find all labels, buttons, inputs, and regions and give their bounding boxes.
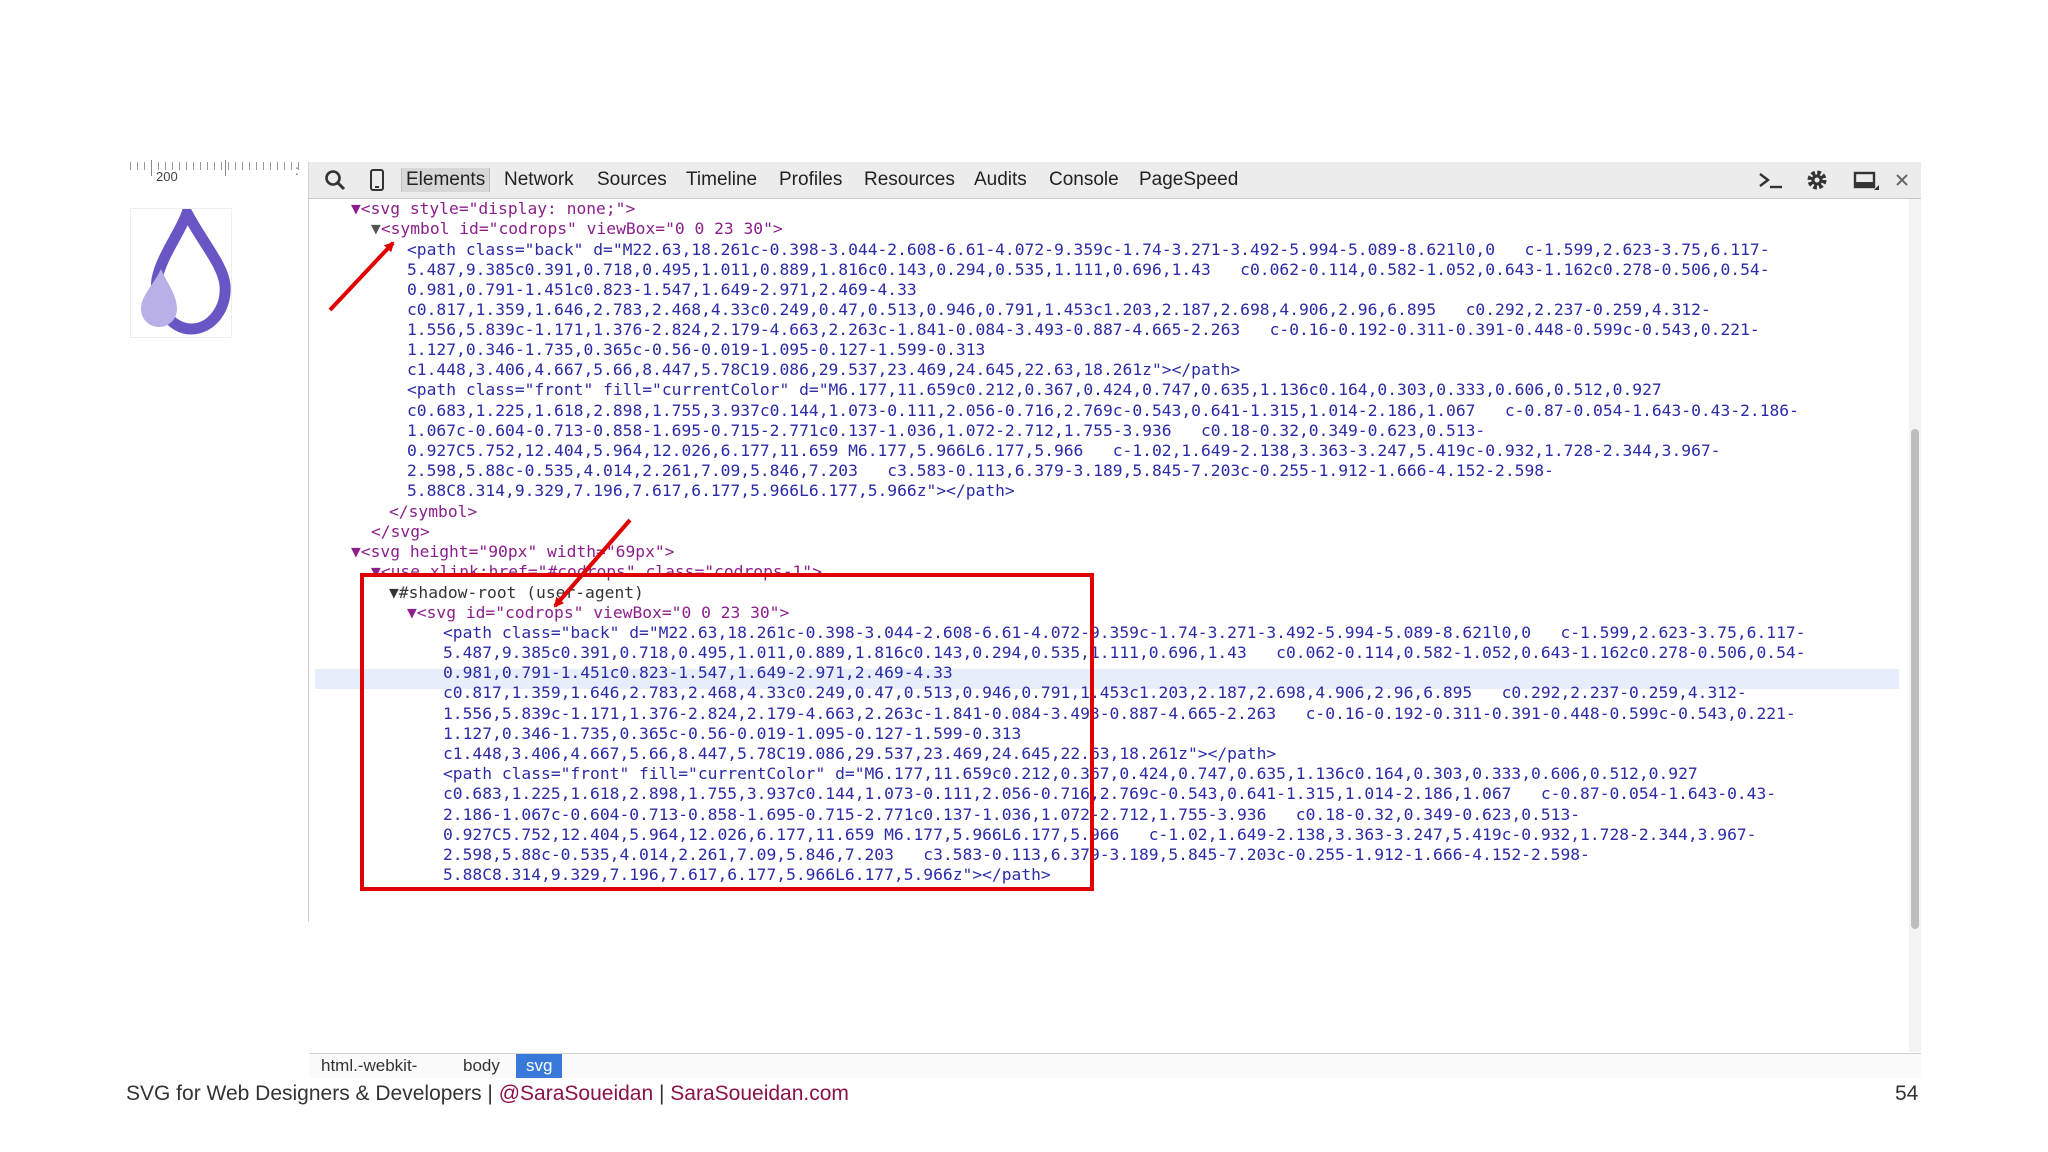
tree-node-svg-sized[interactable]: ▼<svg height="90px" width="69px"> [351,542,674,562]
code-line: 0.927C5.752,12.404,5.964,12.026,6.177,11… [407,441,1721,460]
tab-pagespeed[interactable]: PageSpeed [1139,168,1238,192]
footer-site-link[interactable]: SaraSoueidan.com [670,1082,849,1105]
search-icon[interactable] [323,168,347,192]
footer-title: SVG for Web Designers & Developers | [126,1082,499,1105]
breadcrumb: html.-webkit- body svg [309,1053,1921,1078]
code-line: 5.487,9.385c0.391,0.718,0.495,1.011,0.88… [407,260,1770,279]
code-line: 1.067c-0.604-0.713-0.858-1.695-0.715-2.7… [407,421,1486,440]
tree-node-svg-close[interactable]: </svg> [371,522,430,542]
tree-node-svg-hidden[interactable]: ▼<svg style="display: none;"> [351,199,635,219]
code-line: c1.448,3.406,4.667,5.66,8.447,5.78C19.08… [407,360,1241,379]
tab-sources[interactable]: Sources [597,168,667,192]
tab-timeline[interactable]: Timeline [686,168,757,192]
tab-console[interactable]: Console [1049,168,1119,192]
ruler: 200 : [130,160,305,184]
tab-elements[interactable]: Elements [401,168,491,192]
code-line: 2.598,5.88c-0.535,4.014,2.261,7.09,5.846… [407,461,1554,480]
tab-resources[interactable]: Resources [864,168,955,192]
highlight-box [360,573,1094,891]
code-line: c0.817,1.359,1.646,2.783,2.468,4.33c0.24… [407,300,1711,319]
code-line: c0.683,1.225,1.618,2.898,1.755,3.937c0.1… [407,401,1799,420]
ruler-label: 200 [156,169,178,184]
breadcrumb-html[interactable]: html.-webkit- [321,1054,417,1078]
code-line: 0.981,0.791-1.451c0.823-1.547,1.649-2.97… [407,280,917,299]
tree-node-symbol-close[interactable]: </symbol> [389,502,477,522]
tab-profiles[interactable]: Profiles [779,168,842,192]
console-drawer-icon[interactable] [1757,168,1785,192]
breadcrumb-body[interactable]: body [463,1054,500,1078]
dock-side-icon[interactable] [1852,168,1880,192]
ruler-major-tick [225,160,226,176]
tree-node-path-back[interactable]: <path class="back" d="M22.63,18.261c-0.3… [407,240,1770,260]
tree-node-path-front[interactable]: <path class="front" fill="currentColor" … [407,380,1662,400]
ruler-dots: : [295,162,299,178]
codrops-drop-icon [141,199,231,335]
devtools-toolbar: Elements Network Sources Timeline Profil… [309,162,1921,199]
code-line: 1.127,0.346-1.735,0.365c-0.56-0.019-1.09… [407,340,986,359]
gear-icon[interactable] [1804,168,1830,192]
footer-handle-link[interactable]: @SaraSoueidan [499,1082,653,1105]
device-mode-icon[interactable] [365,168,389,192]
tab-audits[interactable]: Audits [974,168,1027,192]
breadcrumb-svg[interactable]: svg [516,1054,563,1078]
code-line: 5.88C8.314,9.329,7.196,7.617,6.177,5.966… [407,481,1015,500]
rendered-preview [130,199,232,338]
tree-node-symbol[interactable]: ▼<symbol id="codrops" viewBox="0 0 23 30… [371,219,783,239]
footer-separator: | [653,1082,671,1105]
vertical-scrollbar[interactable] [1909,199,1921,1052]
slide-footer: SVG for Web Designers & Developers | @Sa… [126,1082,849,1106]
code-line: 1.556,5.839c-1.171,1.376-2.824,2.179-4.6… [407,320,1760,339]
tab-network[interactable]: Network [504,168,574,192]
close-icon[interactable] [1893,168,1911,192]
ruler-major-tick [151,160,152,176]
page-number: 54 [1895,1082,1919,1105]
scrollbar-thumb[interactable] [1911,429,1919,929]
